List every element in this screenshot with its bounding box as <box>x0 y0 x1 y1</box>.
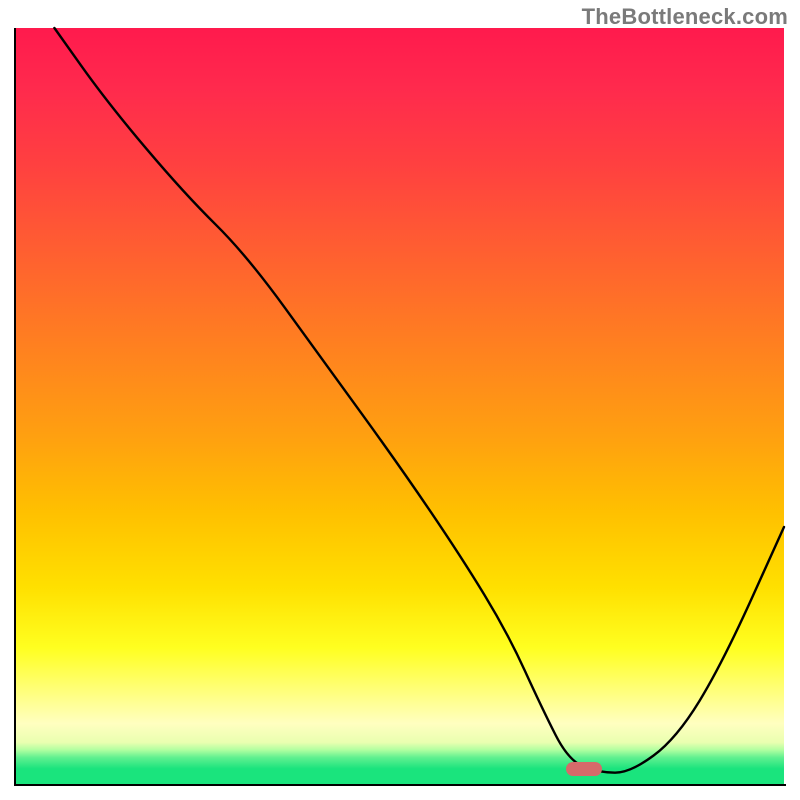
optimum-marker <box>566 762 602 776</box>
curve-svg <box>16 28 784 784</box>
chart-container: TheBottleneck.com <box>0 0 800 800</box>
bottleneck-curve <box>54 28 784 773</box>
x-axis <box>14 784 786 786</box>
watermark-text: TheBottleneck.com <box>582 4 788 30</box>
